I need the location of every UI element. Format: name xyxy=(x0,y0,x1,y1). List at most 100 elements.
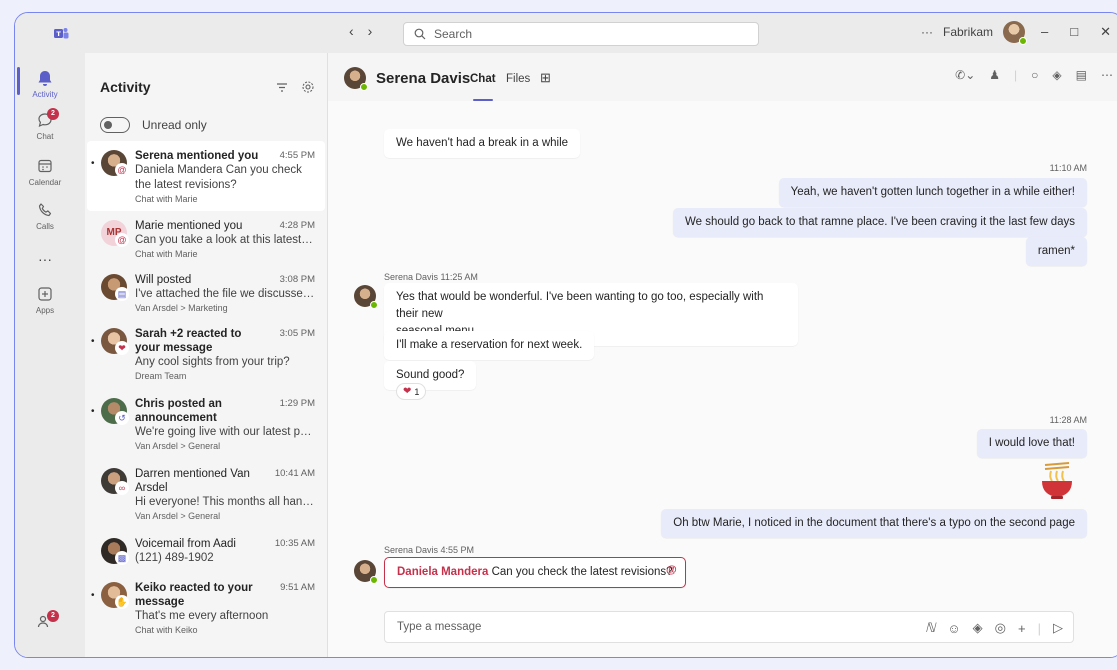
rail-label-calls: Calls xyxy=(36,222,54,231)
message-composer[interactable]: Type a message ℕ ☺ ◈ ◎ + | ▷ xyxy=(384,611,1074,643)
meet-icon[interactable]: ○ xyxy=(1031,68,1038,82)
notifications-badge: 2 xyxy=(47,610,59,622)
more-options-icon[interactable]: ··· xyxy=(921,25,933,39)
feed-item-body: Any cool sights from your trip? xyxy=(135,356,290,368)
app-rail: Activity 2 Chat Calendar Calls ··· Apps … xyxy=(15,53,85,657)
feed-item-body: (121) 489-1902 xyxy=(135,552,214,564)
feed-item-body: We're going live with our latest pro... xyxy=(135,426,315,438)
back-arrow-icon[interactable]: ‹ xyxy=(349,23,354,39)
teams-logo-icon[interactable]: T xyxy=(53,26,69,40)
mention-tag[interactable]: Daniela Mandera xyxy=(397,566,488,578)
feed-item-context: Dream Team xyxy=(135,371,187,381)
feed-item-body: Hi everyone! This months all hands... xyxy=(135,496,315,508)
feed-item[interactable]: MP @ Marie mentioned you 4:28 PM Can you… xyxy=(87,211,325,265)
org-name[interactable]: Fabrikam xyxy=(943,25,993,39)
reaction-pill[interactable]: ❤ 1 xyxy=(396,383,427,400)
notes-icon[interactable]: ▤ xyxy=(1076,68,1087,82)
my-message-bubble[interactable]: ramen* xyxy=(1025,237,1087,266)
minimize-icon[interactable]: – xyxy=(1041,24,1048,40)
rail-item-more[interactable]: ··· xyxy=(15,251,75,267)
feed-item-title: Serena mentioned you xyxy=(135,150,259,162)
phone-icon xyxy=(38,203,52,217)
search-placeholder: Search xyxy=(434,27,473,41)
message-text: We should go back to that ramne place. I… xyxy=(684,216,1075,228)
feed-item-context: Chat with Marie xyxy=(135,249,198,259)
feed-item-context: Chat with Marie xyxy=(135,194,198,204)
feed-item-time: 10:41 AM xyxy=(274,468,315,479)
feed-item-title: Will posted xyxy=(135,274,192,286)
rail-item-calls[interactable]: Calls xyxy=(15,201,75,231)
feed-item-body: Daniela Mandera Can you check the latest… xyxy=(135,164,302,191)
close-icon[interactable]: ✕ xyxy=(1100,24,1111,40)
feed-item-context: Van Arsdel > General xyxy=(135,441,221,451)
feed-item-body: That's me every afternoon xyxy=(135,610,269,622)
maximize-icon[interactable]: □ xyxy=(1070,24,1078,40)
rail-label-apps: Apps xyxy=(35,306,55,315)
feed-item-time: 3:08 PM xyxy=(279,274,315,285)
thumbs-up-icon: ✋ xyxy=(115,595,129,609)
people-icon[interactable]: ♟ xyxy=(989,68,1000,82)
add-icon[interactable]: + xyxy=(1018,621,1026,636)
message-bubble[interactable]: We haven't had a break in a while xyxy=(384,129,581,158)
feed-item[interactable]: • @ Serena mentioned you 4:55 PM Daniela… xyxy=(87,141,325,211)
settings-gear-icon[interactable] xyxy=(301,80,315,94)
rail-item-activity[interactable]: Activity xyxy=(15,69,75,99)
feed-item-title: Sarah +2 reacted to your message xyxy=(135,328,242,354)
forward-arrow-icon[interactable]: › xyxy=(368,23,373,39)
mention-icon: @ xyxy=(115,233,129,247)
feed-item-body: Can you take a look at this latest file? xyxy=(135,234,315,246)
search-input[interactable]: Search xyxy=(403,22,759,46)
filter-icon[interactable] xyxy=(275,80,289,94)
avatar[interactable] xyxy=(344,67,368,91)
feed-item[interactable]: • ❤ Sarah +2 reacted to your message 3:0… xyxy=(87,319,325,389)
feed-item[interactable]: • ↺ Chris posted an announcement 1:29 PM… xyxy=(87,389,325,459)
more-options-icon[interactable]: ⋯ xyxy=(1101,68,1113,82)
copilot-icon[interactable]: ◈ xyxy=(1052,68,1061,82)
call-icon[interactable]: ✆⌄ xyxy=(955,68,975,82)
unread-dot: • xyxy=(91,336,95,347)
team-mention-icon: ∞ xyxy=(115,481,129,495)
loop-icon[interactable]: ◎ xyxy=(995,620,1006,636)
rail-item-notifications[interactable]: 2 xyxy=(15,610,75,634)
feed-item-time: 3:05 PM xyxy=(279,328,315,339)
feed-item[interactable]: ▩ Voicemail from Aadi 10:35 AM (121) 489… xyxy=(87,529,325,573)
my-message-bubble[interactable]: I would love that! xyxy=(976,429,1087,458)
rail-item-calendar[interactable]: Calendar xyxy=(15,157,75,187)
announcement-icon: ↺ xyxy=(115,411,129,425)
tab-files[interactable]: Files xyxy=(506,73,530,85)
feed-item[interactable]: ▤ Will posted 3:08 PM I've attached the … xyxy=(87,265,325,319)
message-text: I would love that! xyxy=(988,437,1075,449)
my-message-bubble[interactable]: Oh btw Marie, I noticed in the document … xyxy=(661,509,1087,538)
search-icon xyxy=(414,28,426,40)
add-tab-icon[interactable]: ⊞ xyxy=(540,70,551,86)
my-message-bubble[interactable]: We should go back to that ramne place. I… xyxy=(672,208,1087,237)
feed-item-time: 4:55 PM xyxy=(279,150,315,161)
divider: | xyxy=(1014,68,1018,82)
profile-avatar[interactable] xyxy=(1003,21,1028,45)
calendar-icon xyxy=(38,159,52,173)
mention-icon: @ xyxy=(115,163,129,177)
emoji-icon[interactable]: ☺ xyxy=(947,621,960,636)
title-bar: T ‹ › Search ··· Fabrikam – □ ✕ xyxy=(15,13,1117,53)
my-message-bubble[interactable]: Yeah, we haven't gotten lunch together i… xyxy=(778,178,1087,207)
avatar[interactable] xyxy=(354,285,378,309)
active-tab-indicator xyxy=(473,99,493,101)
copilot-icon[interactable]: ◈ xyxy=(973,620,983,636)
feed-item-time: 4:28 PM xyxy=(279,220,315,231)
feed-item[interactable]: ∞ Darren mentioned Van Arsdel 10:41 AM H… xyxy=(87,459,325,529)
message-bubble[interactable]: I'll make a reservation for next week. xyxy=(384,331,595,360)
feed-item[interactable]: • ✋ Keiko reacted to your message 9:51 A… xyxy=(87,573,325,643)
mention-message-bubble[interactable]: Daniela Mandera Can you check the latest… xyxy=(384,557,686,588)
message-text: ramen* xyxy=(1037,245,1075,257)
presence-available-icon xyxy=(370,301,378,309)
send-icon[interactable]: ▷ xyxy=(1053,620,1063,636)
avatar[interactable] xyxy=(354,560,378,584)
more-icon: ··· xyxy=(38,251,52,267)
format-icon[interactable]: ℕ xyxy=(925,620,935,636)
unread-only-toggle[interactable] xyxy=(100,117,130,133)
rail-item-apps[interactable]: Apps xyxy=(15,285,75,315)
tab-chat[interactable]: Chat xyxy=(470,73,496,85)
feed-item-title: Darren mentioned Van Arsdel xyxy=(135,468,250,494)
feed-item-time: 10:35 AM xyxy=(274,538,315,549)
rail-item-chat[interactable]: 2 Chat xyxy=(15,108,75,141)
